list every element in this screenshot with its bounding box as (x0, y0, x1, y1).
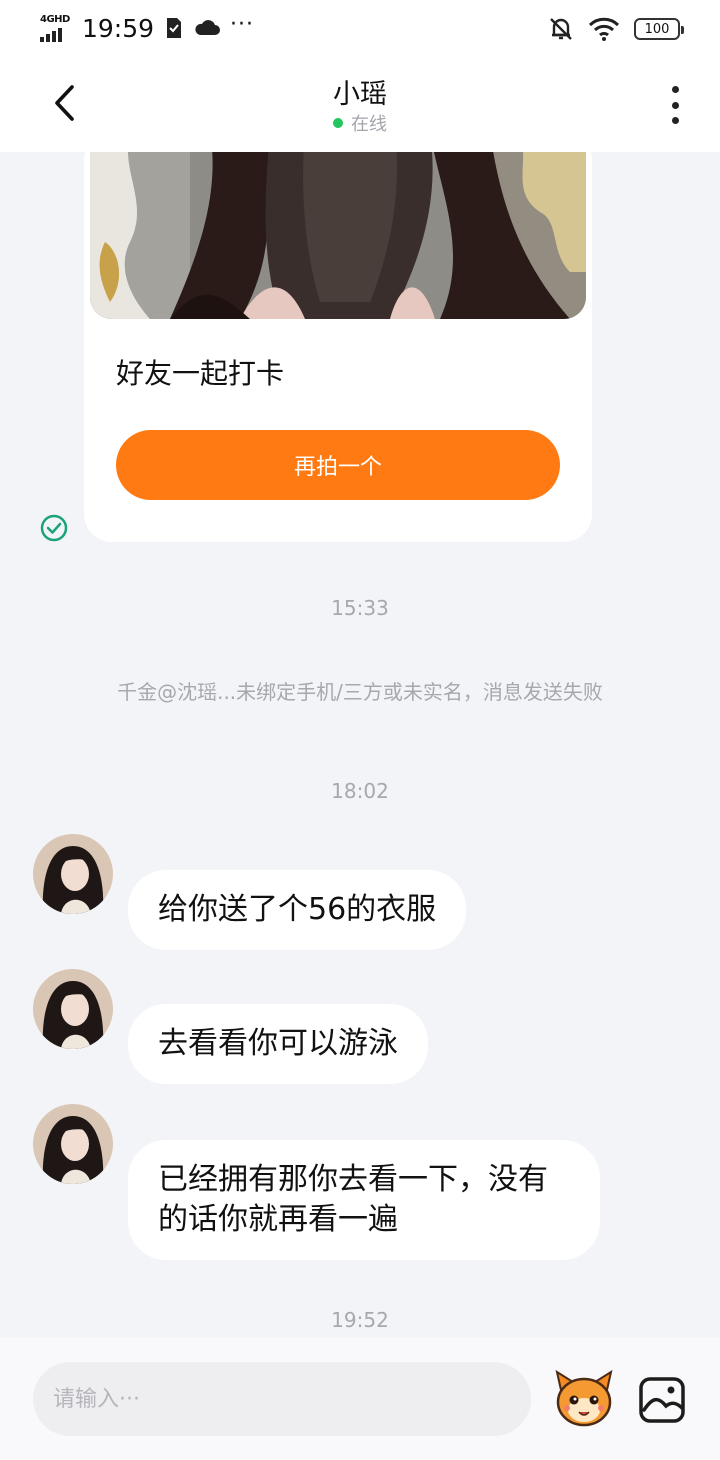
status-bar: 4GHD 19:59 ··· 100 (0, 0, 720, 58)
cellular-signal-icon: 4GHD (40, 14, 72, 42)
avatar[interactable] (33, 834, 113, 914)
message-text: 给你送了个56的衣服 (158, 892, 437, 927)
message-text-line: 已经拥有那你去看一下，没有 (158, 1162, 548, 1197)
cloud-icon (195, 20, 221, 35)
online-status: 在线 (0, 110, 720, 136)
online-dot-icon (333, 118, 343, 128)
message-input-container[interactable] (33, 1362, 531, 1436)
check-circle-icon (40, 514, 68, 542)
timestamp: 18:02 (331, 779, 389, 803)
more-notifications-indicator: ··· (230, 12, 255, 37)
message-bubble[interactable]: 给你送了个56的衣服 (128, 870, 467, 950)
sim-card-icon (167, 18, 182, 38)
retake-button[interactable]: 再拍一个 (116, 430, 560, 500)
timestamp: 15:33 (331, 596, 389, 620)
avatar-image (33, 1104, 113, 1184)
checkin-card-text: 好友一起打卡 (116, 357, 285, 390)
system-notice: 千金@沈瑶...未绑定手机/三方或未实名，消息发送失败 (117, 680, 603, 704)
chat-header: 小瑶 在线 (0, 58, 720, 152)
status-time: 19:59 (82, 13, 155, 43)
status-bar-right: 100 (548, 14, 684, 44)
avatar-image (33, 969, 113, 1049)
message-bubble[interactable]: 去看看你可以游泳 (128, 1004, 428, 1084)
message-text: 去看看你可以游泳 (158, 1026, 398, 1061)
checkin-photo[interactable] (90, 152, 586, 319)
contact-name: 小瑶 (333, 79, 387, 110)
network-type: 4GHD (40, 14, 70, 25)
emoji-button[interactable] (553, 1368, 615, 1430)
image-button[interactable] (638, 1376, 686, 1424)
checkin-card[interactable]: 好友一起打卡 再拍一个 (84, 152, 592, 542)
avatar[interactable] (33, 969, 113, 1049)
online-status-label: 在线 (351, 114, 387, 135)
timestamp: 19:52 (331, 1308, 389, 1332)
message-list[interactable]: 好友一起打卡 再拍一个 15:33 千金@沈瑶...未绑定手机/三方或未实名，消… (0, 152, 720, 1338)
message-bubble[interactable]: 已经拥有那你去看一下，没有 的话你就再看一遍 (128, 1140, 600, 1260)
status-bar-left: 4GHD 19:59 ··· (40, 10, 254, 46)
battery-indicator: 100 (634, 18, 684, 40)
wifi-icon (588, 17, 620, 41)
image-icon (639, 1377, 685, 1423)
message-text-line: 的话你就再看一遍 (158, 1202, 398, 1237)
battery-level: 100 (644, 21, 670, 37)
bell-muted-icon (550, 18, 572, 40)
more-vertical-icon (671, 86, 679, 93)
character-image (90, 152, 586, 319)
more-options-button[interactable] (660, 82, 690, 128)
avatar[interactable] (33, 1104, 113, 1184)
avatar-image (33, 834, 113, 914)
message-input[interactable] (53, 1386, 531, 1412)
message-input-bar (0, 1338, 720, 1460)
emoji-mascot-icon (555, 1369, 613, 1427)
